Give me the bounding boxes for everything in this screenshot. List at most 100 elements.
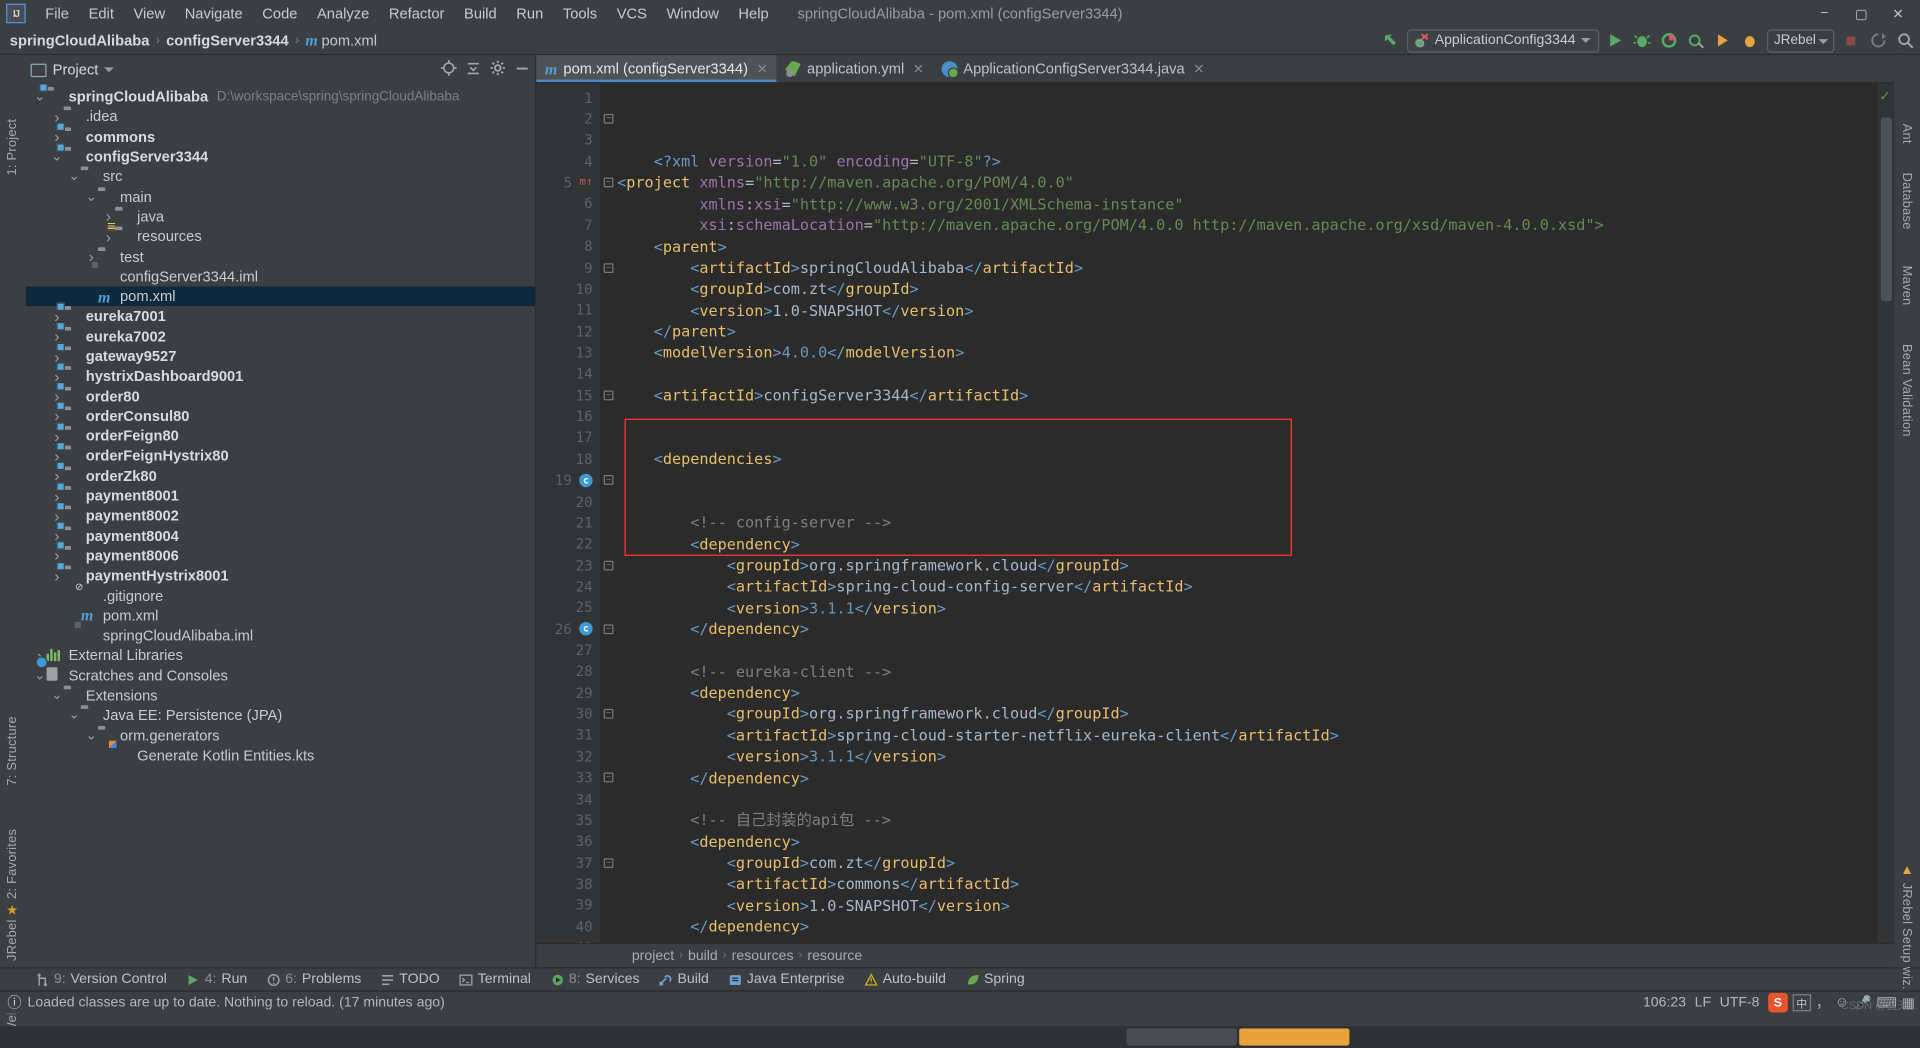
jrebel-run-icon[interactable] [1713, 30, 1734, 51]
chevron-down-icon[interactable]: ⌄ [84, 190, 97, 203]
jrebel-selector[interactable]: JRebel [1766, 28, 1835, 53]
maximize-button[interactable]: ▢ [1844, 1, 1878, 25]
tree-row-generate-kotlin-entities-kts[interactable]: Generate Kotlin Entities.kts [26, 745, 535, 765]
fold-collapse-icon[interactable]: − [603, 475, 614, 485]
fold-marker-slot[interactable]: − [600, 703, 617, 724]
fold-collapse-icon[interactable]: − [603, 262, 614, 273]
tool-window-button-spring[interactable]: Spring [957, 971, 1033, 988]
fold-collapse-icon[interactable]: − [603, 857, 614, 868]
tool-window-button-java-enterprise[interactable]: Java Enterprise [720, 971, 853, 988]
tree-row-main[interactable]: ⌄ main [26, 187, 535, 207]
tool-window-button-build[interactable]: Build [651, 971, 718, 988]
tree-row-payment8006[interactable]: › payment8006 [26, 546, 535, 566]
fold-marker-slot[interactable]: − [600, 618, 617, 639]
jrebel-debug-icon[interactable] [1740, 30, 1761, 51]
menu-item-window[interactable]: Window [657, 2, 729, 24]
menu-item-analyze[interactable]: Analyze [307, 2, 379, 24]
chevron-down-icon[interactable]: ⌄ [33, 669, 46, 682]
tree-row-resources[interactable]: › resources [26, 227, 535, 247]
editor-scrollbar[interactable]: ✓ [1877, 83, 1895, 943]
project-tree[interactable]: ⌄ springCloudAlibaba D:\workspace\spring\s… [25, 84, 536, 968]
fold-collapse-icon[interactable]: − [603, 113, 614, 124]
profile-button[interactable] [1686, 30, 1707, 51]
tree-row-java[interactable]: › java [26, 207, 535, 227]
fold-collapse-icon[interactable]: − [603, 560, 614, 571]
fold-marker-slot[interactable]: − [600, 172, 617, 193]
fold-marker-slot[interactable]: − [600, 384, 617, 405]
tool-button-jrebel-setup[interactable]: JRebel Setup wiz... [1899, 883, 1914, 998]
collapse-all-icon[interactable] [465, 60, 481, 80]
line-separator[interactable]: LF [1695, 995, 1711, 1010]
breadcrumb-module[interactable]: configServer3344 [166, 32, 289, 49]
fold-collapse-icon[interactable]: − [603, 708, 614, 719]
settings-gear-icon[interactable] [490, 60, 506, 80]
breadcrumb-file[interactable]: pom.xml [321, 32, 377, 49]
tree-row-payment8004[interactable]: › payment8004 [26, 526, 535, 546]
tree-row-configserver3344[interactable]: ⌄ configServer3344 [26, 147, 535, 167]
run-button[interactable] [1605, 30, 1626, 51]
menu-item-tools[interactable]: Tools [553, 2, 607, 24]
menu-item-refactor[interactable]: Refactor [379, 2, 454, 24]
file-encoding[interactable]: UTF-8 [1720, 995, 1760, 1010]
tree-row-springcloudalibaba-iml[interactable]: springCloudAlibaba.iml [26, 626, 535, 646]
close-tab-icon[interactable]: ✕ [757, 61, 768, 77]
tree-row-orderzk80[interactable]: › orderZk80 [26, 466, 535, 486]
tool-button-bean-validation[interactable]: Bean Validation [1899, 344, 1914, 437]
menu-item-vcs[interactable]: VCS [607, 2, 657, 24]
menu-item-help[interactable]: Help [729, 2, 779, 24]
minimize-button[interactable]: − [1807, 1, 1841, 25]
tool-button-project[interactable]: 1: Project [5, 119, 20, 176]
editor-tab-applicationconfigserver3344[interactable]: ApplicationConfigServer3344.java ✕ [933, 55, 1213, 82]
tree-row-hystrixdashboard9001[interactable]: › hystrixDashboard9001 [26, 366, 535, 386]
menu-item-run[interactable]: Run [507, 2, 554, 24]
tree-row--gitignore[interactable]: .gitignore [26, 586, 535, 606]
tree-row-payment8001[interactable]: › payment8001 [26, 486, 535, 506]
fold-collapse-icon[interactable]: − [603, 390, 614, 400]
breadcrumb-project[interactable]: springCloudAlibaba [10, 32, 150, 49]
close-button[interactable]: ✕ [1881, 1, 1915, 25]
tool-window-button-run[interactable]: 4: Run [178, 971, 256, 988]
chevron-down-icon[interactable]: ⌄ [67, 170, 80, 183]
chevron-down-icon[interactable]: ⌄ [50, 150, 63, 163]
fold-marker-slot[interactable]: − [600, 554, 617, 575]
breadcrumb-resource-node[interactable]: resource [807, 948, 862, 963]
tool-window-button-services[interactable]: 8: Services [542, 971, 648, 988]
maven-dependency-badge-icon[interactable]: c [579, 473, 593, 487]
tree-row-payment8002[interactable]: › payment8002 [26, 506, 535, 526]
run-configuration-selector[interactable]: ApplicationConfig3344 [1406, 28, 1599, 53]
tree-row-orderfeign80[interactable]: › orderFeign80 [26, 426, 535, 446]
tree-row-gateway9527[interactable]: › gateway9527 [26, 346, 535, 366]
stop-button[interactable] [1840, 30, 1861, 51]
chevron-down-icon[interactable]: ⌄ [84, 729, 97, 742]
menu-item-navigate[interactable]: Navigate [175, 2, 253, 24]
tree-row-pom-xml[interactable]: m pom.xml [26, 606, 535, 626]
tool-window-button-problems[interactable]: 6: Problems [258, 971, 370, 988]
debug-button[interactable] [1632, 30, 1653, 51]
editor-tab-application[interactable]: application.yml ✕ [776, 55, 932, 82]
tree-row-pom-xml[interactable]: m pom.xml [25, 286, 536, 307]
chevron-down-icon[interactable]: ⌄ [67, 709, 80, 722]
chevron-down-icon[interactable]: ⌄ [33, 90, 46, 103]
tree-row-eureka7001[interactable]: › eureka7001 [26, 306, 535, 326]
tree-row-commons[interactable]: › commons [26, 127, 535, 147]
breadcrumb-build-node[interactable]: build [688, 948, 718, 963]
tree-row-test[interactable]: › test [26, 247, 535, 267]
fold-collapse-icon[interactable]: − [603, 177, 614, 188]
scrollbar-thumb[interactable] [1880, 117, 1892, 302]
fold-marker-slot[interactable]: − [600, 852, 617, 873]
fold-marker-slot[interactable]: − [600, 469, 617, 490]
hide-panel-icon[interactable] [514, 60, 530, 80]
maven-parent-marker-icon[interactable]: m↑ [579, 176, 592, 188]
code-editor[interactable]: <?xml version="1.0" encoding="UTF-8"?> <p… [617, 83, 1877, 942]
breadcrumb-resources-node[interactable]: resources [732, 948, 794, 963]
tool-button-maven[interactable]: Maven [1899, 266, 1914, 306]
tool-window-button-terminal[interactable]: Terminal [451, 971, 540, 988]
locate-file-icon[interactable] [440, 59, 457, 80]
caret-position[interactable]: 106:23 [1643, 995, 1686, 1010]
tree-row-java-ee-persistence-jpa-[interactable]: ⌄ Java EE: Persistence (JPA) [26, 705, 535, 725]
menu-item-view[interactable]: View [124, 2, 175, 24]
tree-row-configserver3344-iml[interactable]: configServer3344.iml [26, 266, 535, 286]
ime-language-indicator[interactable]: 中 [1792, 994, 1811, 1012]
fold-collapse-icon[interactable]: − [603, 772, 614, 783]
run-with-coverage-button[interactable] [1659, 30, 1680, 51]
